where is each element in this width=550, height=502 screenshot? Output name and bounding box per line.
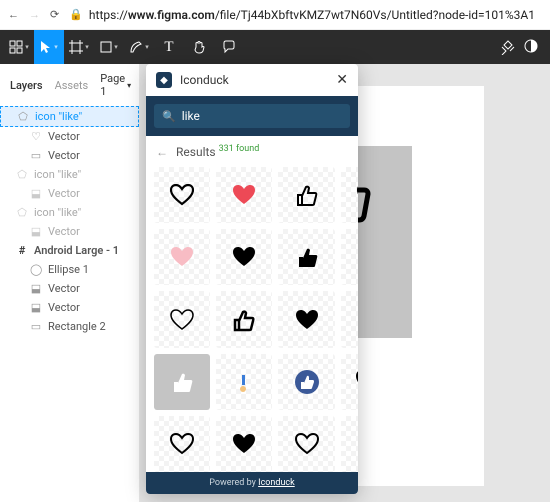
layer-item[interactable]: ⬓Vector <box>0 298 139 317</box>
layer-item[interactable]: ♡Vector <box>0 127 139 146</box>
close-button[interactable]: ✕ <box>336 72 348 88</box>
result-icon[interactable] <box>216 416 272 472</box>
search-icon: 🔍 <box>162 110 176 123</box>
text-tool[interactable]: T <box>154 30 184 64</box>
url-text: https://www.figma.com/file/Tj44bXbftvKMZ… <box>89 8 535 22</box>
result-icon[interactable] <box>278 291 334 347</box>
result-icon[interactable] <box>278 167 334 223</box>
result-icon[interactable] <box>216 291 272 347</box>
result-icon[interactable] <box>341 229 358 285</box>
layers-panel: Layers Assets Page 1▾ ⬠icon "like"♡Vecto… <box>0 64 140 502</box>
iconduck-panel: ◆ Iconduck ✕ 🔍 ← Results 331 found Po <box>146 64 358 494</box>
search-input[interactable] <box>182 109 342 123</box>
result-icon[interactable] <box>278 229 334 285</box>
plugins-icon[interactable] <box>500 39 516 55</box>
page-selector[interactable]: Page 1▾ <box>100 72 131 98</box>
layer-item[interactable]: ⬓Vector <box>0 279 139 298</box>
back-button[interactable]: ← <box>156 145 168 159</box>
layer-item[interactable]: ⬠icon "like" <box>0 203 139 222</box>
results-grid <box>146 167 358 472</box>
menu-button[interactable]: ▾ <box>4 30 34 64</box>
layer-item[interactable]: ◯Ellipse 1 <box>0 260 139 279</box>
tab-layers[interactable]: Layers <box>10 79 43 92</box>
iconduck-logo-icon: ◆ <box>156 72 172 88</box>
back-icon[interactable]: ← <box>8 8 19 21</box>
result-icon[interactable] <box>154 416 210 472</box>
result-icon[interactable] <box>154 291 210 347</box>
layer-item[interactable]: ⬓Vector <box>0 184 139 203</box>
layer-item[interactable]: ▭Vector <box>0 146 139 165</box>
move-tool[interactable]: ▾ <box>34 30 64 64</box>
result-icon[interactable] <box>216 229 272 285</box>
layer-item[interactable]: ▭Rectangle 2 <box>0 317 139 336</box>
url-bar[interactable]: 🔒 https://www.figma.com/file/Tj44bXbftvK… <box>69 8 542 22</box>
result-icon[interactable] <box>216 354 272 410</box>
result-icon[interactable] <box>154 229 210 285</box>
forward-icon[interactable]: → <box>29 8 40 21</box>
layer-item[interactable]: #Android Large - 1 <box>0 241 139 260</box>
result-icon[interactable] <box>154 354 210 410</box>
results-label: Results 331 found <box>176 144 259 159</box>
panel-title: Iconduck <box>180 73 328 87</box>
reload-icon[interactable]: ⟳ <box>50 8 59 21</box>
comment-tool[interactable] <box>214 30 244 64</box>
search-box[interactable]: 🔍 <box>154 104 350 128</box>
lock-icon: 🔒 <box>69 8 83 21</box>
result-icon[interactable] <box>278 416 334 472</box>
panel-footer: Powered by Iconduck <box>146 472 358 494</box>
result-icon[interactable] <box>341 291 358 347</box>
theme-toggle-icon[interactable] <box>524 39 538 55</box>
tab-assets[interactable]: Assets <box>55 79 89 92</box>
result-icon[interactable] <box>341 354 358 410</box>
layer-item[interactable]: ⬓Vector <box>0 222 139 241</box>
browser-bar: ← → ⟳ 🔒 https://www.figma.com/file/Tj44b… <box>0 0 550 30</box>
layer-item[interactable]: ⬠icon "like" <box>0 165 139 184</box>
hand-tool[interactable] <box>184 30 214 64</box>
shape-tool[interactable]: ▾ <box>94 30 124 64</box>
pen-tool[interactable]: ▾ <box>124 30 154 64</box>
frame-tool[interactable]: ▾ <box>64 30 94 64</box>
result-icon[interactable] <box>278 354 334 410</box>
result-icon[interactable] <box>154 167 210 223</box>
result-icon[interactable] <box>216 167 272 223</box>
iconduck-link[interactable]: Iconduck <box>258 478 295 488</box>
layer-item[interactable]: ⬠icon "like" <box>0 106 139 127</box>
result-icon[interactable] <box>341 167 358 223</box>
figma-toolbar: ▾ ▾ ▾ ▾ ▾ T <box>0 30 550 64</box>
result-icon[interactable] <box>341 416 358 472</box>
